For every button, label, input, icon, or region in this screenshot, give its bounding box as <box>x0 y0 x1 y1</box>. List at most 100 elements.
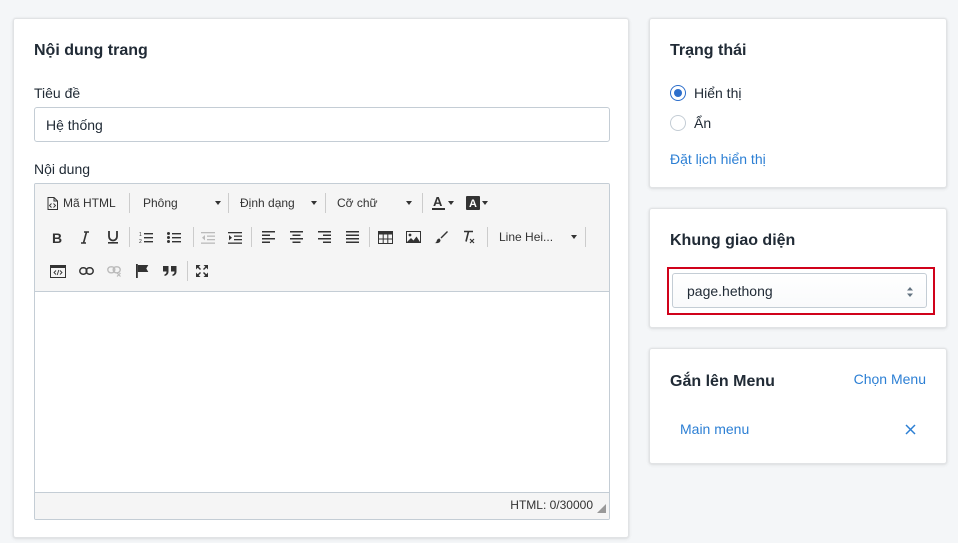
content-card: Nội dung trang Tiêu đề Nội dung Mã HTML … <box>13 18 629 538</box>
title-label: Tiêu đề <box>34 85 81 101</box>
toolbar-separator <box>187 261 188 281</box>
html-source-button[interactable]: Mã HTML <box>47 192 123 214</box>
unlink-button[interactable] <box>103 260 125 282</box>
outdent-button[interactable] <box>197 226 219 248</box>
caret-down-icon <box>311 201 317 205</box>
text-color-icon: A <box>432 195 446 211</box>
menu-item-main[interactable]: Main menu <box>680 421 749 437</box>
align-left-button[interactable] <box>257 226 279 248</box>
background-color-button[interactable]: A <box>463 192 491 214</box>
title-input[interactable] <box>34 107 610 142</box>
italic-button[interactable] <box>75 226 95 248</box>
font-size-dropdown-label: Cỡ chữ <box>337 196 378 210</box>
font-dropdown[interactable]: Phông <box>143 192 221 214</box>
align-right-button[interactable] <box>313 226 335 248</box>
svg-text:2: 2 <box>139 239 142 244</box>
ordered-list-button[interactable]: 12 <box>135 226 157 248</box>
html-source-label: Mã HTML <box>63 196 116 210</box>
format-dropdown-label: Định dạng <box>240 196 295 210</box>
editor-body[interactable] <box>35 292 609 493</box>
editor-toolbar: Mã HTML Phông Định dạng Cỡ chữ A A B 1 2… <box>35 184 609 292</box>
template-select-highlight <box>667 267 935 315</box>
resize-handle-icon[interactable] <box>597 500 606 516</box>
bold-icon: B <box>51 231 63 244</box>
underline-icon <box>107 230 119 244</box>
radio-hidden[interactable] <box>670 115 686 131</box>
toolbar-separator <box>422 193 423 213</box>
template-card-title: Khung giao diện <box>670 232 796 249</box>
quote-icon <box>163 266 177 276</box>
svg-text:1: 1 <box>139 232 142 238</box>
toolbar-separator <box>129 193 130 213</box>
paint-brush-icon <box>434 230 448 244</box>
table-button[interactable] <box>374 226 396 248</box>
char-counter: HTML: 0/30000 <box>510 498 593 512</box>
anchor-button[interactable] <box>131 260 153 282</box>
insert-link-button[interactable] <box>75 260 97 282</box>
file-code-icon <box>47 196 58 210</box>
ordered-list-icon: 12 <box>139 231 153 244</box>
align-left-icon <box>261 231 275 243</box>
font-size-dropdown[interactable]: Cỡ chữ <box>337 192 412 214</box>
toolbar-separator <box>193 227 194 247</box>
italic-icon <box>80 230 90 244</box>
toolbar-separator <box>228 193 229 213</box>
image-button[interactable] <box>402 226 424 248</box>
svg-text:B: B <box>52 231 62 244</box>
rich-text-editor: Mã HTML Phông Định dạng Cỡ chữ A A B 1 2… <box>34 183 610 520</box>
justify-icon <box>345 231 359 243</box>
embed-code-button[interactable] <box>47 260 69 282</box>
toolbar-separator <box>325 193 326 213</box>
format-dropdown[interactable]: Định dạng <box>240 192 317 214</box>
radio-hidden-label[interactable]: Ẩn <box>694 115 711 131</box>
background-color-icon: A <box>466 196 480 210</box>
align-right-icon <box>317 231 331 243</box>
caret-down-icon <box>482 201 488 205</box>
align-center-icon <box>289 231 303 243</box>
status-card: Trạng thái Hiển thị Ẩn Đặt lịch hiển thị <box>649 18 947 188</box>
caret-down-icon <box>571 235 577 239</box>
caret-down-icon <box>406 201 412 205</box>
body-label: Nội dung <box>34 161 91 177</box>
toolbar-separator <box>251 227 252 247</box>
svg-text:A: A <box>469 198 477 210</box>
fullscreen-button[interactable] <box>191 260 213 282</box>
status-card-title: Trạng thái <box>670 42 747 59</box>
expand-icon <box>195 264 209 278</box>
menu-card: Gắn lên Menu Chọn Menu Main menu <box>649 348 947 464</box>
template-card: Khung giao diện page.hethong <box>649 208 947 328</box>
toolbar-separator <box>369 227 370 247</box>
link-icon <box>78 267 94 275</box>
table-icon <box>377 230 393 244</box>
toolbar-separator <box>487 227 488 247</box>
justify-button[interactable] <box>341 226 363 248</box>
caret-down-icon <box>448 201 454 205</box>
clear-format-icon <box>462 230 476 244</box>
code-window-icon <box>50 264 66 278</box>
line-height-dropdown[interactable]: Line Hei... <box>499 226 577 248</box>
editor-statusbar: HTML: 0/30000 <box>35 492 609 519</box>
align-center-button[interactable] <box>285 226 307 248</box>
choose-menu-link[interactable]: Chọn Menu <box>854 371 926 387</box>
underline-button[interactable] <box>103 226 123 248</box>
bold-button[interactable]: B <box>47 226 67 248</box>
remove-menu-close-icon[interactable] <box>905 422 916 438</box>
menu-card-title: Gắn lên Menu <box>670 373 775 390</box>
font-dropdown-label: Phông <box>143 196 178 210</box>
bullet-list-button[interactable] <box>163 226 185 248</box>
radio-visible[interactable] <box>670 85 686 101</box>
format-painter-button[interactable] <box>430 226 452 248</box>
schedule-visibility-link[interactable]: Đặt lịch hiển thị <box>670 151 766 167</box>
unlink-icon <box>106 265 122 277</box>
clear-format-button[interactable] <box>458 226 480 248</box>
caret-down-icon <box>215 201 221 205</box>
blockquote-button[interactable] <box>159 260 181 282</box>
svg-text:A: A <box>433 195 443 209</box>
flag-icon <box>135 264 149 278</box>
radio-visible-label[interactable]: Hiển thị <box>694 85 741 101</box>
toolbar-separator <box>129 227 130 247</box>
image-icon <box>405 231 421 243</box>
indent-button[interactable] <box>224 226 246 248</box>
line-height-dropdown-label: Line Hei... <box>499 230 554 244</box>
text-color-button[interactable]: A <box>430 192 456 214</box>
